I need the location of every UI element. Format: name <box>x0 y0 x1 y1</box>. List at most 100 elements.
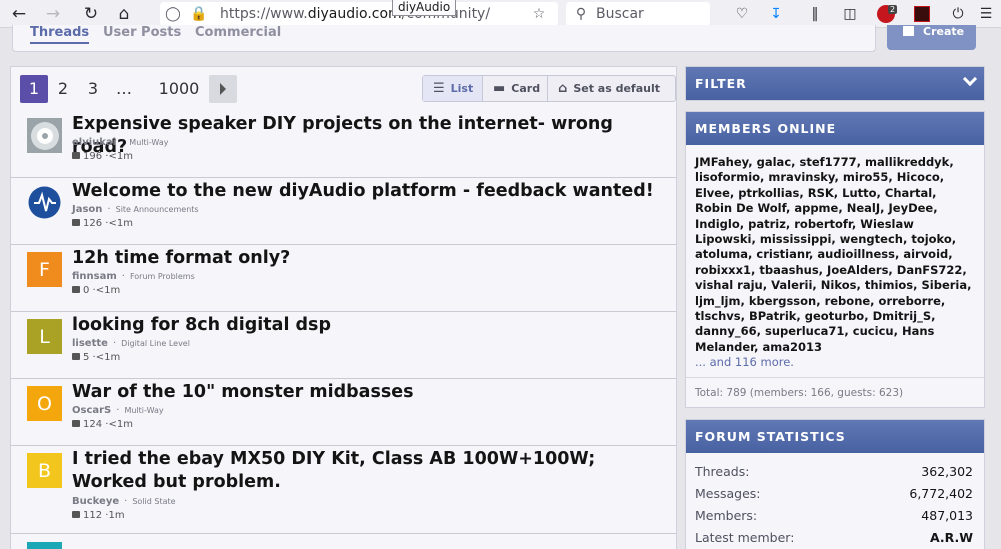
card-view-button[interactable]: ▬ Card <box>483 76 548 101</box>
thread-row[interactable]: Welcome to the new diyAudio platform - f… <box>11 178 676 245</box>
thread-stats: 5 ·<1m <box>72 352 120 363</box>
last-post-time[interactable]: <1m <box>108 419 132 430</box>
page-1[interactable]: 1 <box>20 75 48 103</box>
avatar[interactable]: F <box>27 252 62 287</box>
forward-arrow-icon[interactable]: → <box>40 2 66 26</box>
search-placeholder: Buscar <box>596 6 644 22</box>
tab-commercial[interactable]: Commercial <box>195 25 281 40</box>
adblock-icon[interactable]: 2 <box>876 4 898 24</box>
avatar[interactable]: L <box>27 319 62 354</box>
list-view-button[interactable]: ☰ List <box>423 76 483 101</box>
set-default-button[interactable]: ⌂ Set as default <box>548 76 675 101</box>
next-page-button[interactable] <box>209 75 237 103</box>
set-default-label: Set as default <box>573 82 660 95</box>
address-bar[interactable]: ◯ 🔒 https://www.diyaudio.com/community/ … <box>160 2 558 26</box>
extension-icon[interactable] <box>912 4 932 24</box>
sidebar-icon[interactable]: ◫ <box>840 4 860 24</box>
filter-title: FILTER <box>695 76 747 91</box>
thread-title[interactable]: Expensive speaker DIY projects on the in… <box>72 113 662 159</box>
reply-count: 0 <box>83 285 90 296</box>
avatar[interactable] <box>27 118 62 153</box>
stat-label: Latest member: <box>695 530 795 545</box>
page-ellipsis: … <box>116 79 132 98</box>
avatar[interactable]: B <box>27 453 62 488</box>
thread-row[interactable]: B I tried the ebay MX50 DIY Kit, Class A… <box>11 446 676 534</box>
thread-title[interactable]: I tried the ebay MX50 DIY Kit, Class AB … <box>72 448 662 494</box>
create-button[interactable]: Create <box>887 25 976 50</box>
back-arrow-icon[interactable]: ← <box>6 2 32 26</box>
filter-header[interactable]: FILTER <box>686 67 984 100</box>
last-post-time[interactable]: 1m <box>108 510 124 521</box>
thread-author[interactable]: elviukai <box>72 137 116 148</box>
comment-icon <box>72 511 80 518</box>
last-post-time[interactable]: <1m <box>96 285 120 296</box>
avatar[interactable] <box>27 542 62 549</box>
avatar[interactable]: O <box>27 386 62 421</box>
thread-author[interactable]: Jason <box>72 204 102 215</box>
url-domain: diyaudio.com <box>307 6 402 22</box>
online-member-names[interactable]: JMFahey, galac, stef1777, mallikreddyk, … <box>695 155 972 354</box>
filter-block[interactable]: FILTER <box>685 66 985 101</box>
thread-author[interactable]: Buckeye <box>72 496 119 507</box>
reply-count: 112 <box>83 510 103 521</box>
thread-forum[interactable]: Multi-Way <box>124 406 163 415</box>
thread-meta: elviukai · Multi-Way <box>72 137 169 148</box>
page-1000[interactable]: 1000 <box>148 75 210 103</box>
last-post-time[interactable]: <1m <box>108 151 132 162</box>
members-online-header: MEMBERS ONLINE <box>686 112 984 145</box>
stat-row-members: Members: 487,013 <box>686 505 984 527</box>
thread-row[interactable]: O War of the 10" monster midbasses Oscar… <box>11 379 676 446</box>
more-members-link[interactable]: ... and 116 more. <box>695 355 794 369</box>
stat-label: Threads: <box>695 464 750 479</box>
tab-strip: Threads User Posts Commercial <box>12 25 876 52</box>
page-2[interactable]: 2 <box>50 75 76 103</box>
members-online-list: JMFahey, galac, stef1777, mallikreddyk, … <box>686 145 984 371</box>
card-icon: ▬ <box>493 81 506 96</box>
thread-forum[interactable]: Solid State <box>132 497 175 506</box>
tab-threads[interactable]: Threads <box>30 25 90 44</box>
reply-count: 5 <box>83 352 90 363</box>
latest-member-link[interactable]: A.R.W <box>930 530 973 545</box>
thread-author[interactable]: lisette <box>72 338 108 349</box>
tab-user-posts[interactable]: User Posts <box>103 25 181 40</box>
thread-author[interactable]: finnsam <box>72 271 117 282</box>
home-icon[interactable]: ⌂ <box>111 2 137 26</box>
thread-stats: 112 ·1m <box>72 510 125 521</box>
lock-icon[interactable]: 🔒 <box>190 5 208 23</box>
pocket-icon[interactable]: ♡ <box>732 4 752 24</box>
last-post-time[interactable]: <1m <box>108 218 132 229</box>
view-toggle: ☰ List ▬ Card ⌂ Set as default <box>422 75 676 102</box>
library-icon[interactable]: ‖ <box>805 4 825 24</box>
thread-row[interactable]: F 12h time format only? finnsam · Forum Pr… <box>11 245 676 312</box>
thread-author[interactable]: OscarS <box>72 405 111 416</box>
thread-title[interactable]: War of the 10" monster midbasses <box>72 381 662 404</box>
bookmark-star-icon[interactable]: ☆ <box>530 5 548 23</box>
chevron-down-icon[interactable] <box>962 71 978 87</box>
shield-icon[interactable]: ◯ <box>164 5 182 23</box>
thread-row[interactable]: L looking for 8ch digital dsp lisette · Di… <box>11 312 676 379</box>
adblock-badge: 2 <box>888 5 898 14</box>
thread-row[interactable]: Expensive speaker DIY projects on the in… <box>11 111 676 178</box>
menu-icon[interactable]: ☰ <box>976 4 996 24</box>
thread-forum[interactable]: Forum Problems <box>130 272 195 281</box>
thread-forum[interactable]: Multi-Way <box>129 138 168 147</box>
forum-statistics-block: FORUM STATISTICS Threads: 362,302 Messag… <box>685 419 985 549</box>
avatar[interactable] <box>27 185 62 220</box>
stat-row-messages: Messages: 6,772,402 <box>686 483 984 505</box>
thread-meta: Jason · Site Announcements <box>72 204 199 215</box>
search-bar[interactable]: ⚲ Buscar <box>566 2 710 26</box>
reload-icon[interactable]: ↻ <box>78 2 104 26</box>
thread-forum[interactable]: Digital Line Level <box>121 339 190 348</box>
last-post-time[interactable]: <1m <box>96 352 120 363</box>
stat-value: 487,013 <box>921 508 973 523</box>
thread-forum[interactable]: Site Announcements <box>116 205 199 214</box>
thread-title[interactable]: 12h time format only? <box>72 247 662 270</box>
download-icon[interactable]: ↧ <box>766 4 786 24</box>
thread-title[interactable]: looking for 8ch digital dsp <box>72 314 662 337</box>
thread-title[interactable]: Welcome to the new diyAudio platform - f… <box>72 180 662 203</box>
power-icon[interactable]: ⏻ <box>948 4 968 24</box>
page-3[interactable]: 3 <box>80 75 106 103</box>
diyaudio-logo-icon <box>28 186 61 219</box>
browser-toolbar: ← → ↻ ⌂ ◯ 🔒 https://www.diyaudio.com/com… <box>0 0 1001 28</box>
stat-label: Members: <box>695 508 758 523</box>
